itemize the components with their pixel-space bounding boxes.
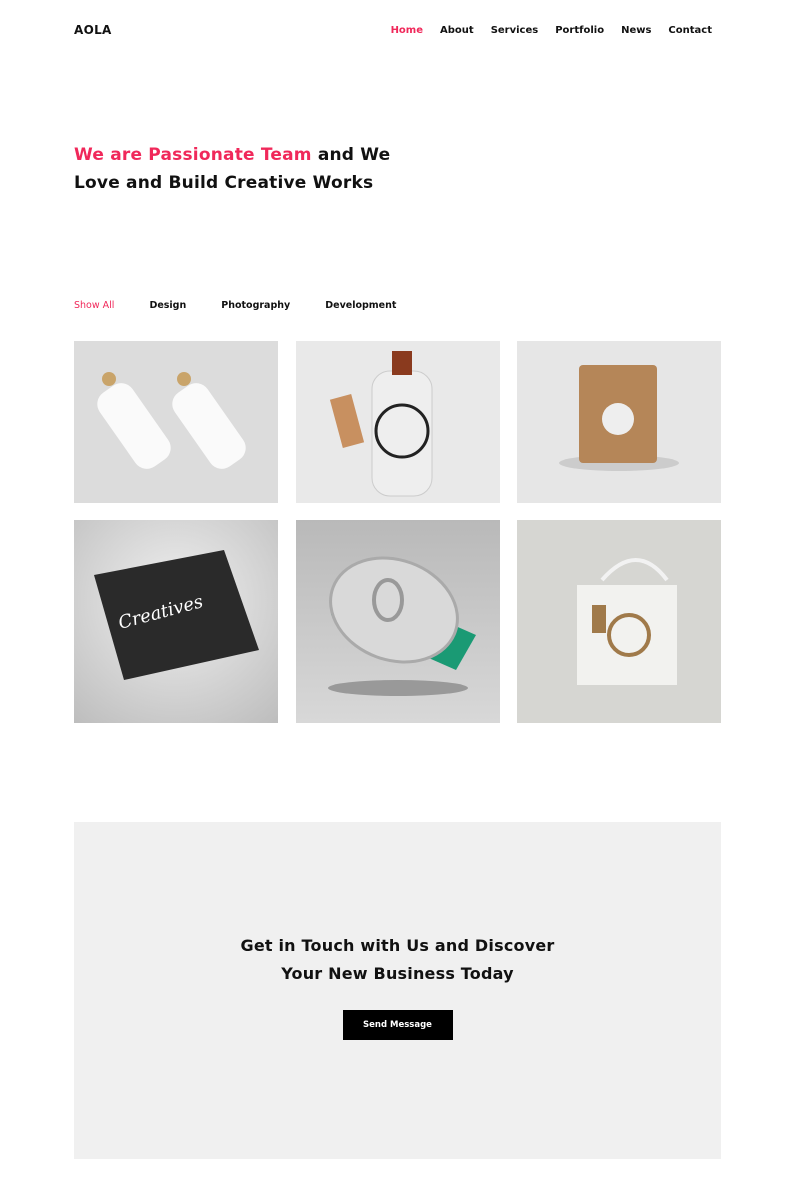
portfolio-item-tote-bag[interactable] <box>517 520 721 723</box>
hero-accent: We are Passionate Team <box>74 145 312 165</box>
milk-bottles-image <box>97 372 246 469</box>
send-message-button[interactable]: Send Message <box>342 1010 453 1040</box>
filter-photography[interactable]: Photography <box>221 300 290 311</box>
cta-line1: Get in Touch with Us and Discover <box>240 936 555 955</box>
logo[interactable]: AOLA <box>74 23 112 37</box>
brochure-image: Creatives <box>94 550 259 680</box>
filter-development[interactable]: Development <box>325 300 396 311</box>
filter-show-all[interactable]: Show All <box>74 300 114 311</box>
portfolio-grid: Creatives <box>74 341 721 723</box>
nav-about[interactable]: About <box>440 25 474 36</box>
portfolio-item-tin-can[interactable] <box>295 520 500 723</box>
paper-bag-image <box>559 365 679 471</box>
portfolio-item-milk-bottles[interactable] <box>74 341 278 503</box>
portfolio-item-brochure[interactable]: Creatives <box>74 520 278 723</box>
hero-heading: We are Passionate Team and We Love and B… <box>74 141 390 197</box>
hero-line2: Love and Build Creative Works <box>74 173 374 193</box>
cta-heading: Get in Touch with Us and Discover Your N… <box>74 932 721 988</box>
main-nav: Home About Services Portfolio News Conta… <box>391 25 712 36</box>
portfolio-item-paper-bag[interactable] <box>517 341 721 503</box>
tote-bag-image <box>577 558 677 685</box>
portfolio-item-bottle[interactable] <box>295 341 500 503</box>
hero-rest: and We <box>311 145 391 165</box>
nav-contact[interactable]: Contact <box>668 25 712 36</box>
bottle-image <box>329 351 432 497</box>
nav-portfolio[interactable]: Portfolio <box>555 25 604 36</box>
cta-line2: Your New Business Today <box>281 964 514 983</box>
filter-design[interactable]: Design <box>149 300 186 311</box>
nav-home[interactable]: Home <box>391 25 423 36</box>
tin-can-image <box>327 556 476 696</box>
portfolio-filters: Show All Design Photography Development <box>74 300 396 311</box>
contact-cta: Get in Touch with Us and Discover Your N… <box>74 822 721 1159</box>
nav-news[interactable]: News <box>621 25 651 36</box>
nav-services[interactable]: Services <box>491 25 539 36</box>
